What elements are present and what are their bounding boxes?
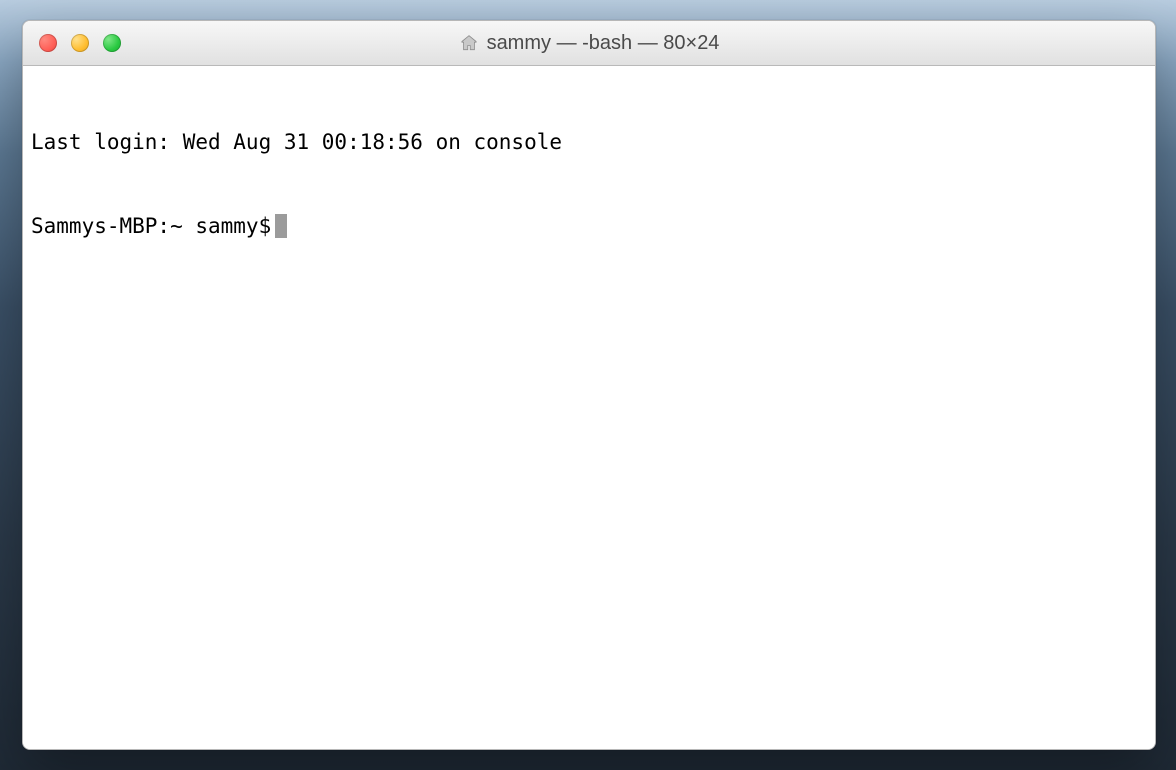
- traffic-lights: [23, 34, 121, 52]
- window-title-container: sammy — -bash — 80×24: [23, 21, 1155, 65]
- last-login-line: Last login: Wed Aug 31 00:18:56 on conso…: [31, 128, 1147, 156]
- window-titlebar[interactable]: sammy — -bash — 80×24: [23, 21, 1155, 66]
- home-icon: [459, 33, 479, 53]
- close-button[interactable]: [39, 34, 57, 52]
- minimize-button[interactable]: [71, 34, 89, 52]
- window-title: sammy — -bash — 80×24: [487, 21, 720, 65]
- zoom-button[interactable]: [103, 34, 121, 52]
- prompt-line: Sammys-MBP:~ sammy$: [31, 212, 1147, 240]
- shell-prompt: Sammys-MBP:~ sammy$: [31, 212, 271, 240]
- text-cursor[interactable]: [275, 214, 287, 238]
- terminal-body[interactable]: Last login: Wed Aug 31 00:18:56 on conso…: [23, 66, 1155, 749]
- terminal-window: sammy — -bash — 80×24 Last login: Wed Au…: [22, 20, 1156, 750]
